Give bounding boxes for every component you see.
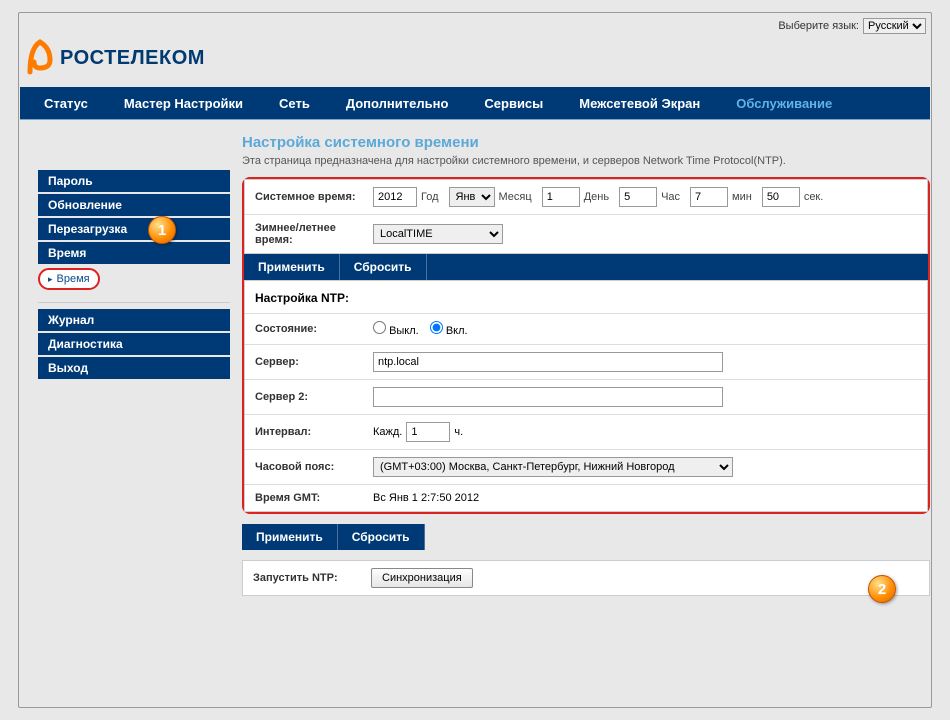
sidebar-item-update[interactable]: Обновление — [38, 194, 230, 216]
sidebar-item-password[interactable]: Пароль — [38, 170, 230, 192]
run-ntp-label: Запустить NTP: — [253, 572, 371, 584]
page-title: Настройка системного времени — [242, 134, 930, 151]
ntp-state-label: Состояние: — [255, 323, 373, 335]
sidebar-divider — [38, 302, 230, 303]
annotation-badge-2: 2 — [868, 575, 896, 603]
annotation-badge-1: 1 — [148, 216, 176, 244]
day-input[interactable] — [542, 187, 580, 207]
page-desc: Эта страница предназначена для настройки… — [242, 155, 930, 167]
sec-input[interactable] — [762, 187, 800, 207]
sidebar-sub-time-label: Время — [57, 273, 90, 285]
reset-button-1[interactable]: Сбросить — [340, 254, 427, 280]
apply-button-2[interactable]: Применить — [242, 524, 338, 550]
gmt-value: Вс Янв 1 2:7:50 2012 — [373, 492, 479, 504]
main-nav: Статус Мастер Настройки Сеть Дополнитель… — [20, 87, 930, 119]
ntp-off-radio-label[interactable]: Выкл. — [373, 321, 419, 337]
apply-button-1[interactable]: Применить — [244, 254, 340, 280]
nav-firewall[interactable]: Межсетевой Экран — [561, 87, 718, 119]
nav-advanced[interactable]: Дополнительно — [328, 87, 467, 119]
hour-input[interactable] — [619, 187, 657, 207]
lang-label: Выберите язык: — [778, 20, 859, 32]
nav-maintenance[interactable]: Обслуживание — [718, 87, 850, 119]
ntp-on-radio[interactable] — [430, 321, 443, 334]
sidebar-item-log[interactable]: Журнал — [38, 309, 230, 331]
highlight-box: Системное время: Год Янв Месяц День Час … — [242, 177, 930, 514]
min-input[interactable] — [690, 187, 728, 207]
sidebar-item-reboot[interactable]: Перезагрузка — [38, 218, 230, 240]
tz-select[interactable]: (GMT+03:00) Москва, Санкт-Петербург, Ниж… — [373, 457, 733, 477]
nav-status[interactable]: Статус — [20, 87, 106, 119]
ntp-heading: Настройка NTP: — [245, 281, 927, 314]
ntp-server2-label: Сервер 2: — [255, 391, 373, 403]
dst-label: Зимнее/летнее время: — [255, 222, 373, 246]
sidebar-item-exit[interactable]: Выход — [38, 357, 230, 379]
ntp-each-label: Кажд. — [373, 426, 402, 438]
hour-unit: Час — [661, 191, 680, 203]
logo-icon — [26, 38, 54, 79]
nav-wizard[interactable]: Мастер Настройки — [106, 87, 261, 119]
logo: РОСТЕЛЕКОМ — [20, 38, 930, 79]
brand-text: РОСТЕЛЕКОМ — [60, 47, 205, 70]
sidebar-item-time[interactable]: Время — [38, 242, 230, 264]
year-unit: Год — [421, 191, 439, 203]
sidebar: Пароль Обновление Перезагрузка Время ▸Вр… — [20, 120, 230, 381]
ntp-off-radio[interactable] — [373, 321, 386, 334]
ntp-server2-input[interactable] — [373, 387, 723, 407]
day-unit: День — [584, 191, 609, 203]
reset-button-2[interactable]: Сбросить — [338, 524, 425, 550]
systime-label: Системное время: — [255, 191, 373, 203]
ntp-interval-input[interactable] — [406, 422, 450, 442]
ntp-hours-label: ч. — [454, 426, 463, 438]
ntp-interval-label: Интервал: — [255, 426, 373, 438]
dst-select[interactable]: LocalTIME — [373, 224, 503, 244]
min-unit: мин — [732, 191, 752, 203]
year-input[interactable] — [373, 187, 417, 207]
month-unit: Месяц — [499, 191, 532, 203]
ntp-on-radio-label[interactable]: Вкл. — [430, 321, 468, 337]
tz-label: Часовой пояс: — [255, 461, 373, 473]
month-select[interactable]: Янв — [449, 187, 495, 207]
sync-button[interactable]: Синхронизация — [371, 568, 473, 588]
nav-services[interactable]: Сервисы — [466, 87, 561, 119]
sidebar-item-diagnostics[interactable]: Диагностика — [38, 333, 230, 355]
ntp-server-input[interactable] — [373, 352, 723, 372]
sec-unit: сек. — [804, 191, 824, 203]
gmt-label: Время GMT: — [255, 492, 373, 504]
lang-select[interactable]: Русский — [863, 18, 926, 34]
ntp-server-label: Сервер: — [255, 356, 373, 368]
nav-network[interactable]: Сеть — [261, 87, 328, 119]
sidebar-sub-time[interactable]: ▸Время — [38, 268, 100, 290]
